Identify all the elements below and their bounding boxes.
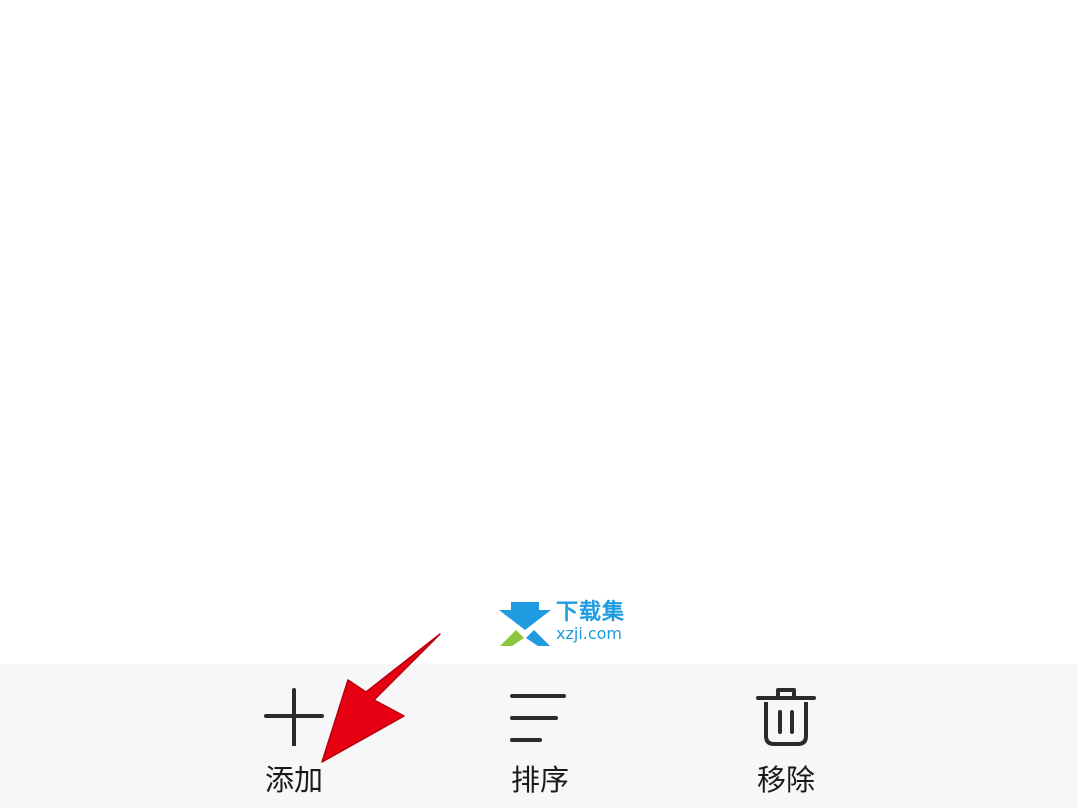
add-button-label: 添加	[264, 763, 323, 797]
plus-icon	[264, 688, 324, 746]
watermark-logo-icon	[499, 602, 551, 646]
watermark: 下载集 xzji.com	[498, 600, 638, 650]
sort-lines-icon	[510, 694, 566, 742]
bottom-toolbar: 添加 排序 移除	[0, 664, 1078, 808]
remove-button[interactable]: 移除	[726, 664, 846, 808]
sort-button-label: 排序	[510, 763, 569, 797]
watermark-title: 下载集	[556, 600, 626, 625]
content-area	[0, 0, 1078, 664]
trash-icon	[756, 688, 816, 746]
sort-button[interactable]: 排序	[480, 664, 600, 808]
watermark-url: xzji.com	[556, 624, 623, 643]
add-button[interactable]: 添加	[234, 664, 354, 808]
remove-button-label: 移除	[756, 763, 815, 797]
